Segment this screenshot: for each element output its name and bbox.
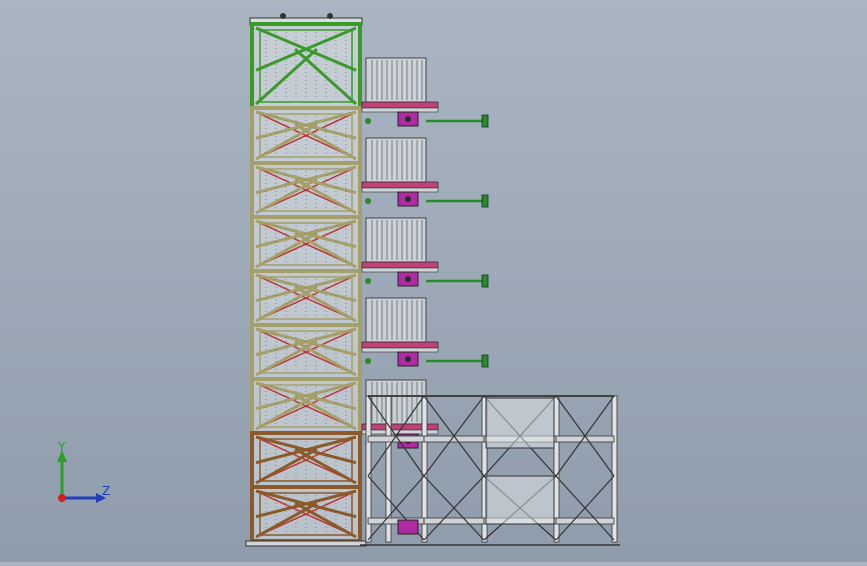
z-axis-label: Z — [102, 484, 111, 498]
bay-hinge — [365, 198, 371, 204]
storage-bay — [361, 57, 489, 128]
bay-platform — [361, 101, 439, 109]
tower-module — [250, 161, 362, 219]
motor-unit — [397, 519, 419, 535]
bay-hinge — [365, 278, 371, 284]
bay-hinge — [365, 358, 371, 364]
bay-hinge — [365, 118, 371, 124]
tower-module — [250, 377, 362, 435]
tower-base-plate — [245, 540, 367, 547]
rack-bin — [485, 397, 555, 449]
bay-platform — [361, 181, 439, 189]
storage-bay — [361, 137, 489, 208]
storage-bay — [361, 217, 489, 288]
bay-rail — [361, 267, 439, 273]
motor-shaft — [405, 196, 411, 202]
motor-shaft — [405, 356, 411, 362]
y-axis-label: Y — [58, 440, 66, 454]
storage-bay — [361, 297, 489, 368]
assembly-model[interactable] — [0, 0, 867, 562]
tower-top-bolt — [280, 13, 286, 19]
tower-module — [250, 22, 362, 110]
rack-shelf — [555, 517, 615, 525]
bay-rail — [361, 187, 439, 193]
arm-end-cap — [481, 114, 489, 128]
rack-bay — [555, 395, 615, 541]
tower-top-bolt — [327, 13, 333, 19]
tower-module — [250, 431, 362, 489]
bay-rail — [361, 347, 439, 353]
motor-shaft — [405, 276, 411, 282]
storage-bays[interactable] — [361, 57, 489, 449]
rack-bin — [485, 475, 555, 525]
bay-rail — [361, 107, 439, 113]
tower-module — [250, 106, 362, 165]
arm-end-cap — [481, 274, 489, 288]
tower-module — [250, 485, 362, 543]
rack-bay — [423, 395, 485, 541]
coordinate-triad-icon: Y Z — [40, 436, 120, 516]
bay-platform — [361, 341, 439, 349]
motor-shaft — [405, 116, 411, 122]
arm-end-cap — [481, 194, 489, 208]
tower-structure[interactable] — [245, 13, 367, 547]
tower-module — [250, 269, 362, 327]
arm-end-cap — [481, 354, 489, 368]
tower-module — [250, 323, 362, 381]
bay-platform — [361, 261, 439, 269]
cad-3d-viewport[interactable]: Y Z — [0, 0, 867, 562]
tower-module — [250, 215, 362, 273]
rack-shelf — [423, 517, 485, 525]
